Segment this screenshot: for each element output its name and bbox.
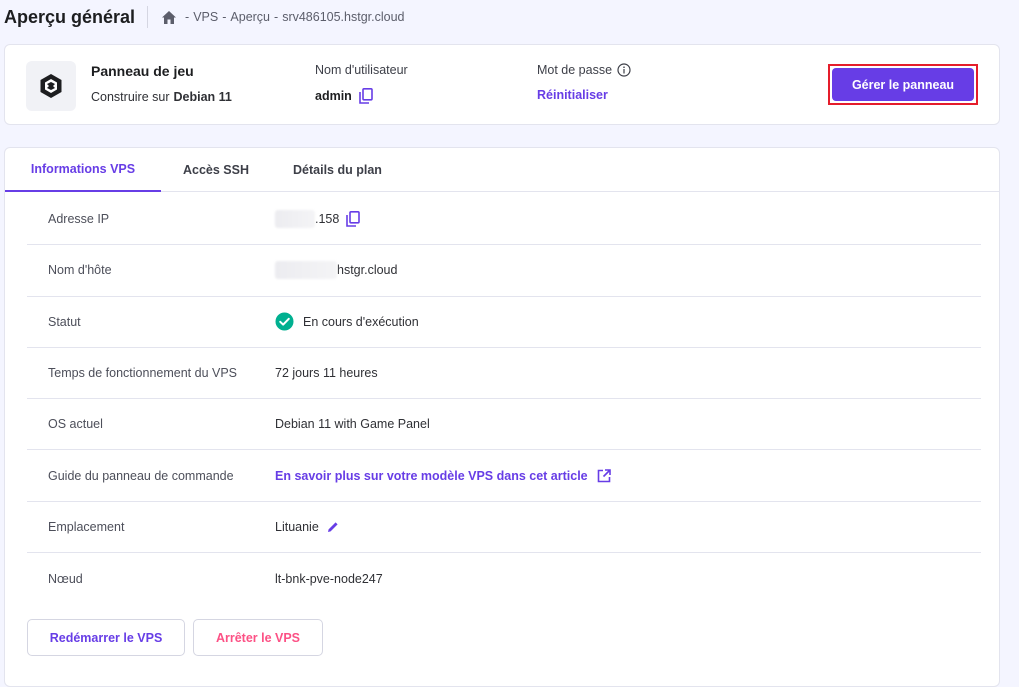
username-label: Nom d'utilisateur	[315, 63, 408, 77]
location-label: Emplacement	[48, 519, 125, 534]
hostname-value: hstgr.cloud	[337, 263, 398, 278]
breadcrumb-item-vps[interactable]: VPS	[193, 10, 218, 24]
guide-link[interactable]: En savoir plus sur votre modèle VPS dans…	[275, 469, 588, 483]
panel-info: Panneau de jeu Construire sur Debian 11	[91, 63, 232, 104]
breadcrumb-separator: -	[274, 10, 279, 24]
summary-card: Panneau de jeu Construire sur Debian 11 …	[4, 44, 1000, 125]
info-icon[interactable]	[617, 63, 631, 77]
hostname-value-wrap: hstgr.cloud	[275, 261, 398, 280]
location-value-wrap: Lituanie	[275, 520, 339, 534]
table-row: Nom d'hôte hstgr.cloud	[27, 245, 981, 297]
reset-password-link[interactable]: Réinitialiser	[537, 88, 631, 102]
copy-icon[interactable]	[359, 88, 373, 104]
restart-vps-button[interactable]: Redémarrer le VPS	[27, 619, 185, 656]
ip-label: Adresse IP	[48, 212, 110, 227]
external-link-icon[interactable]	[597, 468, 611, 483]
password-label: Mot de passe	[537, 63, 613, 77]
check-circle-icon	[275, 312, 294, 331]
tab-acces-ssh[interactable]: Accès SSH	[161, 148, 271, 192]
info-table: Adresse IP .158 Nom d'hôte hstgr.cloud S…	[27, 194, 981, 604]
uptime-value: 72 jours 11 heures	[275, 366, 378, 381]
breadcrumb: - VPS - Aperçu - srv486105.hstgr.cloud	[162, 10, 405, 24]
guide-link-wrap[interactable]: En savoir plus sur votre modèle VPS dans…	[275, 469, 611, 483]
home-icon[interactable]	[162, 10, 177, 24]
panel-title: Panneau de jeu	[91, 63, 194, 79]
page-header: Aperçu général - VPS - Aperçu - srv48610…	[0, 0, 1019, 34]
page-title: Aperçu général	[0, 6, 149, 28]
ip-value: .158	[315, 212, 340, 227]
ip-value-wrap: .158	[275, 210, 361, 229]
build-prefix: Construire sur	[91, 90, 170, 104]
username-value: admin	[315, 89, 352, 103]
table-row: Statut En cours d'exécution	[27, 297, 981, 348]
password-label-wrap: Mot de passe	[537, 63, 631, 77]
build-os: Debian 11	[173, 90, 232, 104]
manage-panel-button-highlight: Gérer le panneau	[828, 64, 978, 105]
table-row: Emplacement Lituanie	[27, 502, 981, 554]
status-value-wrap: En cours d'exécution	[275, 312, 419, 331]
table-row: Temps de fonctionnement du VPS 72 jours …	[27, 348, 981, 400]
breadcrumb-item-apercu[interactable]: Aperçu	[230, 10, 270, 24]
status-value: En cours d'exécution	[303, 314, 419, 329]
hostname-label: Nom d'hôte	[48, 263, 112, 278]
password-block: Mot de passe Réinitialiser	[537, 63, 631, 102]
table-row: Guide du panneau de commande En savoir p…	[27, 450, 981, 502]
redacted-ip	[275, 210, 315, 229]
os-label: OS actuel	[48, 417, 103, 432]
username-block: Nom d'utilisateur admin	[315, 63, 408, 104]
tab-bar: Informations VPS Accès SSH Détails du pl…	[5, 148, 999, 192]
build-info: Construire sur Debian 11	[91, 90, 232, 104]
breadcrumb-item-server: srv486105.hstgr.cloud	[282, 10, 405, 24]
node-label: Nœud	[48, 571, 83, 586]
os-value: Debian 11 with Game Panel	[275, 417, 430, 432]
node-value: lt-bnk-pve-node247	[275, 571, 383, 586]
manage-panel-button[interactable]: Gérer le panneau	[832, 68, 974, 101]
redacted-hostname	[275, 261, 337, 280]
breadcrumb-separator: -	[222, 10, 227, 24]
table-row: OS actuel Debian 11 with Game Panel	[27, 399, 981, 451]
username-value-wrap: admin	[315, 88, 408, 104]
guide-label: Guide du panneau de commande	[48, 468, 234, 483]
tab-details-plan[interactable]: Détails du plan	[271, 148, 404, 192]
table-row: Adresse IP .158	[27, 194, 981, 246]
location-value: Lituanie	[275, 519, 319, 534]
table-row: Nœud lt-bnk-pve-node247	[27, 553, 981, 604]
vps-details-card: Informations VPS Accès SSH Détails du pl…	[4, 147, 1000, 687]
tab-informations-vps[interactable]: Informations VPS	[5, 148, 161, 192]
pterodactyl-icon	[40, 74, 62, 98]
copy-icon[interactable]	[346, 211, 361, 227]
stop-vps-button[interactable]: Arrêter le VPS	[193, 619, 323, 656]
pencil-icon[interactable]	[327, 521, 339, 533]
game-panel-logo	[26, 61, 76, 111]
uptime-label: Temps de fonctionnement du VPS	[48, 366, 238, 381]
status-label: Statut	[48, 314, 81, 329]
breadcrumb-separator: -	[185, 10, 190, 24]
vps-actions: Redémarrer le VPS Arrêter le VPS	[27, 619, 323, 656]
